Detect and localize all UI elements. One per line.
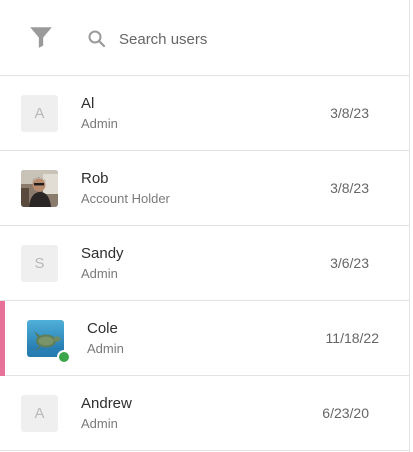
user-name: Rob — [81, 170, 109, 187]
user-row-cole[interactable]: Cole Admin 11/18/22 — [0, 301, 409, 376]
user-list-header — [0, 0, 409, 76]
avatar: A — [21, 395, 58, 432]
user-role: Admin — [81, 416, 118, 431]
online-status-dot — [57, 350, 71, 364]
user-name: Al — [81, 95, 95, 112]
avatar-photo — [27, 320, 71, 364]
avatar-initial: A — [34, 405, 45, 422]
avatar: A — [21, 95, 58, 132]
search-box — [86, 20, 386, 58]
selected-indicator — [0, 301, 5, 376]
user-date: 3/8/23 — [330, 105, 369, 121]
user-role: Account Holder — [81, 191, 170, 206]
user-date: 6/23/20 — [322, 405, 369, 421]
avatar-initial: A — [34, 105, 45, 122]
filter-button[interactable] — [24, 24, 58, 54]
user-date: 3/6/23 — [330, 255, 369, 271]
user-role: Admin — [81, 116, 118, 131]
user-name: Sandy — [81, 245, 124, 262]
search-icon — [86, 28, 108, 50]
user-list-panel: A Al Admin 3/8/23 Rob Account Holder 3/8… — [0, 0, 410, 452]
avatar: S — [21, 245, 58, 282]
user-date: 3/8/23 — [330, 180, 369, 196]
filter-icon — [28, 24, 54, 55]
user-name: Andrew — [81, 395, 132, 412]
user-role: Admin — [87, 341, 124, 356]
user-row-sandy[interactable]: S Sandy Admin 3/6/23 — [0, 226, 409, 301]
user-row-rob[interactable]: Rob Account Holder 3/8/23 — [0, 151, 409, 226]
avatar-initial: S — [34, 255, 45, 272]
user-role: Admin — [81, 266, 118, 281]
user-row-al[interactable]: A Al Admin 3/8/23 — [0, 76, 409, 151]
user-name: Cole — [87, 320, 118, 337]
avatar-photo — [21, 170, 58, 207]
user-date: 11/18/22 — [325, 330, 379, 346]
user-row-andrew[interactable]: A Andrew Admin 6/23/20 — [0, 376, 409, 451]
search-input[interactable] — [119, 30, 369, 48]
